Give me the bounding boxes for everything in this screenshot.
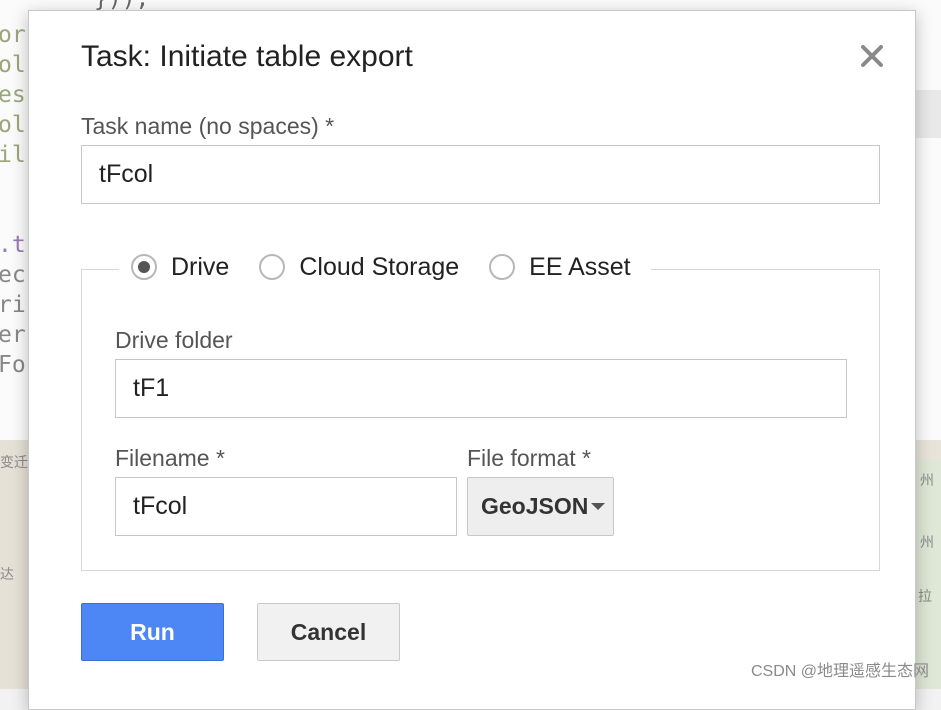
drive-folder-label: Drive folder [115, 327, 233, 353]
radio-label-cloud-storage: Cloud Storage [299, 252, 460, 281]
cancel-button[interactable]: Cancel [257, 603, 400, 661]
run-button[interactable]: Run [81, 603, 224, 661]
watermark: CSDN @地理遥感生态网 [750, 663, 929, 680]
file-format-value: GeoJSON [481, 493, 589, 519]
map-label: 变迁 [0, 454, 28, 470]
map-label: 拉 [918, 588, 932, 604]
drive-folder-input[interactable] [115, 359, 847, 418]
task-name-input[interactable] [81, 145, 880, 204]
code-line: .t [0, 232, 26, 258]
code-line: ec [0, 262, 26, 288]
radio-button-checked[interactable] [131, 254, 157, 280]
editor-gutter-strip [916, 90, 941, 138]
code-line: es [0, 82, 26, 108]
radio-label-ee-asset: EE Asset [529, 252, 631, 281]
file-format-select[interactable]: GeoJSON [467, 477, 614, 536]
export-task-dialog: Task: Initiate table export Task name (n… [28, 10, 916, 710]
radio-label-drive: Drive [171, 252, 230, 281]
code-line: er [0, 322, 26, 348]
radio-drive[interactable]: Drive [131, 253, 229, 282]
map-label: 州 [920, 534, 934, 550]
map-label: 达 [0, 566, 14, 582]
code-line: ol [0, 112, 26, 138]
radio-cloud-storage[interactable]: Cloud Storage [259, 253, 459, 282]
map-label: 州 [920, 472, 934, 488]
chevron-down-icon [591, 503, 606, 510]
file-format-label: File format * [467, 445, 591, 471]
radio-button[interactable] [489, 254, 516, 280]
map-right-edge: 州 州 拉 [916, 460, 941, 689]
close-icon [861, 45, 883, 67]
close-button[interactable] [857, 41, 887, 71]
code-line: Fo [0, 352, 26, 378]
code-line: ol [0, 52, 26, 78]
task-name-label: Task name (no spaces) * [81, 113, 335, 139]
code-line: ri [0, 292, 26, 318]
filename-label: Filename * [115, 445, 225, 471]
radio-ee-asset[interactable]: EE Asset [489, 252, 631, 282]
code-line: il [0, 142, 26, 168]
filename-input[interactable] [115, 477, 457, 536]
code-line: or [0, 22, 26, 48]
destination-radio-group: Drive Cloud Storage EE Asset [119, 245, 651, 289]
map-left-edge: 变迁 达 [0, 440, 28, 689]
radio-button[interactable] [259, 254, 286, 280]
dialog-title: Task: Initiate table export [81, 40, 413, 73]
